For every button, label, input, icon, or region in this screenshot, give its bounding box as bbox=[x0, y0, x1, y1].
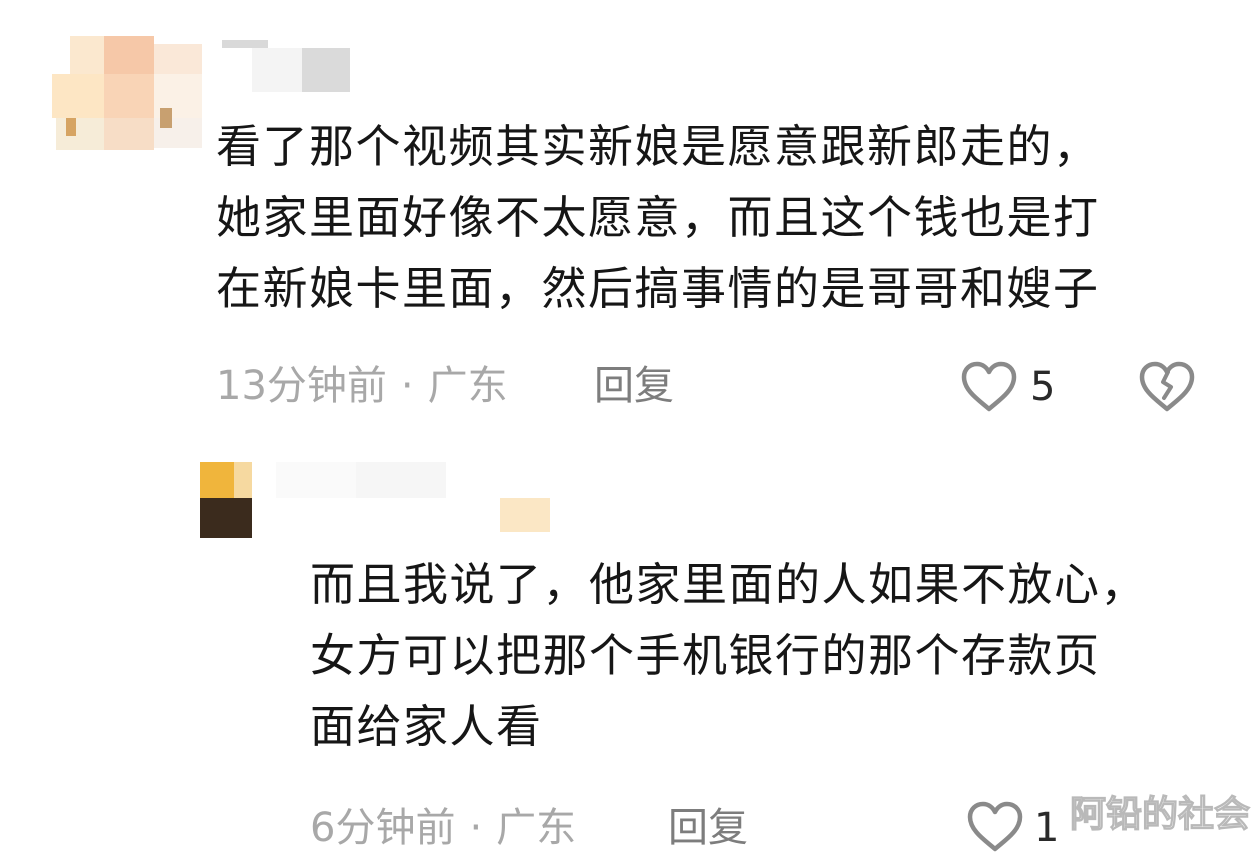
watermark: 阿铅的社会 bbox=[1069, 793, 1250, 835]
comment-region: 广东 bbox=[496, 805, 577, 851]
heart-outline-icon[interactable] bbox=[960, 360, 1018, 414]
comment-region: 广东 bbox=[427, 363, 508, 409]
broken-heart-icon[interactable] bbox=[1138, 360, 1196, 414]
comment-line: 面给家人看 bbox=[310, 700, 543, 753]
comment-meta: 13分钟前 · 广东 bbox=[216, 361, 508, 411]
meta-separator: · bbox=[469, 805, 483, 851]
meta-separator: · bbox=[400, 363, 414, 409]
comment-line: 看了那个视频其实新娘是愿意跟新郎走的， bbox=[216, 120, 1100, 173]
comment-meta: 6分钟前 · 广东 bbox=[310, 803, 576, 853]
comment-line: 女方可以把那个手机银行的那个存款页 bbox=[310, 629, 1101, 682]
heart-outline-icon[interactable] bbox=[966, 800, 1024, 854]
reply-button[interactable]: 回复 bbox=[594, 361, 674, 411]
comment-line: 而且我说了，他家里面的人如果不放心， bbox=[310, 558, 1148, 611]
comment-line: 她家里面好像不太愿意，而且这个钱也是打 bbox=[216, 191, 1100, 244]
comment-time: 13分钟前 bbox=[216, 363, 387, 409]
avatar[interactable] bbox=[200, 462, 252, 540]
username[interactable] bbox=[218, 40, 352, 102]
reply-button[interactable]: 回复 bbox=[668, 803, 748, 853]
comment-text: 而且我说了，他家里面的人如果不放心， 女方可以把那个手机银行的那个存款页 面给家… bbox=[310, 549, 1147, 762]
comment-text: 看了那个视频其实新娘是愿意跟新郎走的， 她家里面好像不太愿意，而且这个钱也是打 … bbox=[216, 111, 1100, 324]
comment-line: 在新娘卡里面，然后搞事情的是哥哥和嫂子 bbox=[216, 262, 1100, 315]
like-count: 1 bbox=[1034, 805, 1060, 851]
like-count: 5 bbox=[1030, 364, 1056, 410]
avatar[interactable] bbox=[52, 22, 202, 152]
username[interactable] bbox=[256, 462, 556, 534]
comment-time: 6分钟前 bbox=[310, 805, 456, 851]
